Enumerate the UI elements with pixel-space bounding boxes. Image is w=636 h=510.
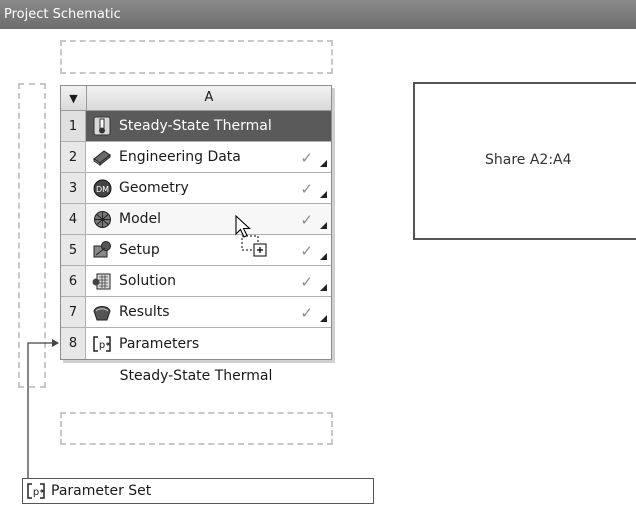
parameter-set-bar[interactable]: p Parameter Set	[22, 478, 374, 504]
parameters-icon: p	[26, 481, 46, 501]
drag-copy-cursor-icon	[235, 214, 267, 257]
svg-text:p: p	[33, 487, 39, 498]
parameter-connector	[27, 339, 59, 479]
parameter-set-label: Parameter Set	[51, 483, 152, 499]
